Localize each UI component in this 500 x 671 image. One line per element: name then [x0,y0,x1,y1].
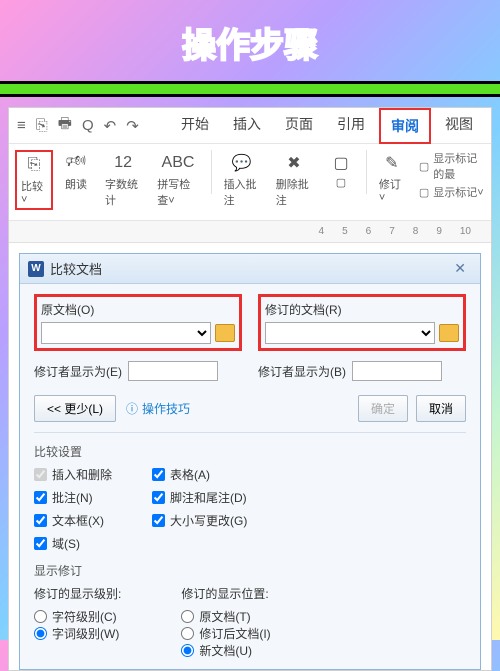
settings-title: 比较设置 [34,443,466,460]
author-l-label: 修订者显示为(E) [34,363,122,380]
setting-checkbox[interactable]: 插入和删除 [34,466,112,483]
show-markup-button[interactable]: ▢显示标记˅ [419,184,485,200]
revised-label: 修订的文档(R) [265,301,459,318]
folder-icon[interactable] [439,324,459,342]
radio-option[interactable]: 新文档(U) [181,642,270,659]
setting-checkbox[interactable]: 文本框(X) [34,512,112,529]
preview-icon[interactable]: Q [82,117,94,134]
ribbon: ⎘比较˅ 🕬朗读 12字数统计 ABC拼写检查˅ 💬插入批注 ✖删除批注 ▢▢ … [9,144,491,221]
tab-reference[interactable]: 引用 [327,108,375,144]
delete-comment-button[interactable]: ✖删除批注 [270,150,318,210]
insert-comment-button[interactable]: 💬插入批注 [218,150,266,210]
setting-checkbox[interactable]: 脚注和尾注(D) [152,489,247,506]
tab-page[interactable]: 页面 [275,108,323,144]
folder-icon[interactable] [215,324,235,342]
save-icon[interactable]: ⎘ [36,117,48,134]
show-title: 显示修订 [34,562,466,579]
tab-insert[interactable]: 插入 [223,108,271,144]
ribbon-tabs: 开始 插入 页面 引用 审阅 视图 [171,108,483,144]
print-icon[interactable]: 🖶 [58,113,72,138]
word-window: ≡ ⎘ 🖶 Q ↶ ↷ 开始 插入 页面 引用 审阅 视图 ⎘比较˅ 🕬朗读 1… [8,107,492,671]
original-select[interactable] [41,322,211,344]
cancel-button[interactable]: 取消 [416,395,466,422]
ruler-tick: 9 [436,226,442,237]
separator [211,150,212,194]
word-icon: W [28,261,44,277]
ruler-tick: 6 [366,226,372,237]
tab-start[interactable]: 开始 [171,108,219,144]
nav-button[interactable]: ▢▢ [322,150,360,191]
author-r-input[interactable] [352,361,442,381]
pos-title: 修订的显示位置: [181,585,270,602]
divider [0,81,500,97]
ruler-tick: 7 [389,226,395,237]
ruler-tick: 4 [319,226,325,237]
radio-option[interactable]: 修订后文档(I) [181,625,270,642]
compare-dialog: W 比较文档 ✕ 原文档(O) 修订者显示为(E) [19,253,481,670]
spellcheck-button[interactable]: ABC拼写检查˅ [151,150,205,210]
dialog-titlebar: W 比较文档 ✕ [20,254,480,284]
compare-button[interactable]: ⎘比较˅ [15,150,53,210]
level-title: 修订的显示级别: [34,585,121,602]
ruler-tick: 10 [460,226,471,237]
ok-button[interactable]: 确定 [358,395,408,422]
setting-checkbox[interactable]: 表格(A) [152,466,247,483]
radio-option[interactable]: 字符级别(C) [34,608,121,625]
read-button[interactable]: 🕬朗读 [57,150,95,194]
quick-access: ≡ ⎘ 🖶 Q ↶ ↷ [17,113,139,138]
tab-view[interactable]: 视图 [435,108,483,144]
dialog-title: 比较文档 [50,259,102,278]
separator [366,150,367,194]
radio-option[interactable]: 字词级别(W) [34,625,121,642]
ruler: 4 5 6 7 8 9 10 [9,221,491,243]
original-doc-group: 原文档(O) [34,294,242,351]
author-r-label: 修订者显示为(B) [258,363,346,380]
less-button[interactable]: << 更少(L) [34,395,116,422]
original-label: 原文档(O) [41,301,235,318]
markup-group: ▢显示标记的最 ▢显示标记˅ [415,150,485,200]
markup-title: ▢显示标记的最 [419,150,485,182]
tips-link[interactable]: ⓘ 操作技巧 [126,400,190,417]
undo-icon[interactable]: ↶ [104,117,117,135]
setting-checkbox[interactable]: 批注(N) [34,489,112,506]
page-title: 操作步骤 [0,0,500,81]
redo-icon[interactable]: ↷ [126,117,139,135]
track-button[interactable]: ✎修订˅ [373,150,411,206]
radio-option[interactable]: 原文档(T) [181,608,270,625]
ruler-tick: 5 [342,226,348,237]
wordcount-button[interactable]: 12字数统计 [99,150,147,210]
revised-select[interactable] [265,322,435,344]
setting-checkbox[interactable]: 大小写更改(G) [152,512,247,529]
menu-icon[interactable]: ≡ [17,117,26,134]
menubar: ≡ ⎘ 🖶 Q ↶ ↷ 开始 插入 页面 引用 审阅 视图 [9,108,491,144]
tab-review[interactable]: 审阅 [379,108,431,144]
revised-doc-group: 修订的文档(R) [258,294,466,351]
ruler-tick: 8 [413,226,419,237]
close-icon[interactable]: ✕ [448,260,472,277]
setting-checkbox[interactable]: 域(S) [34,535,112,552]
author-l-input[interactable] [128,361,218,381]
